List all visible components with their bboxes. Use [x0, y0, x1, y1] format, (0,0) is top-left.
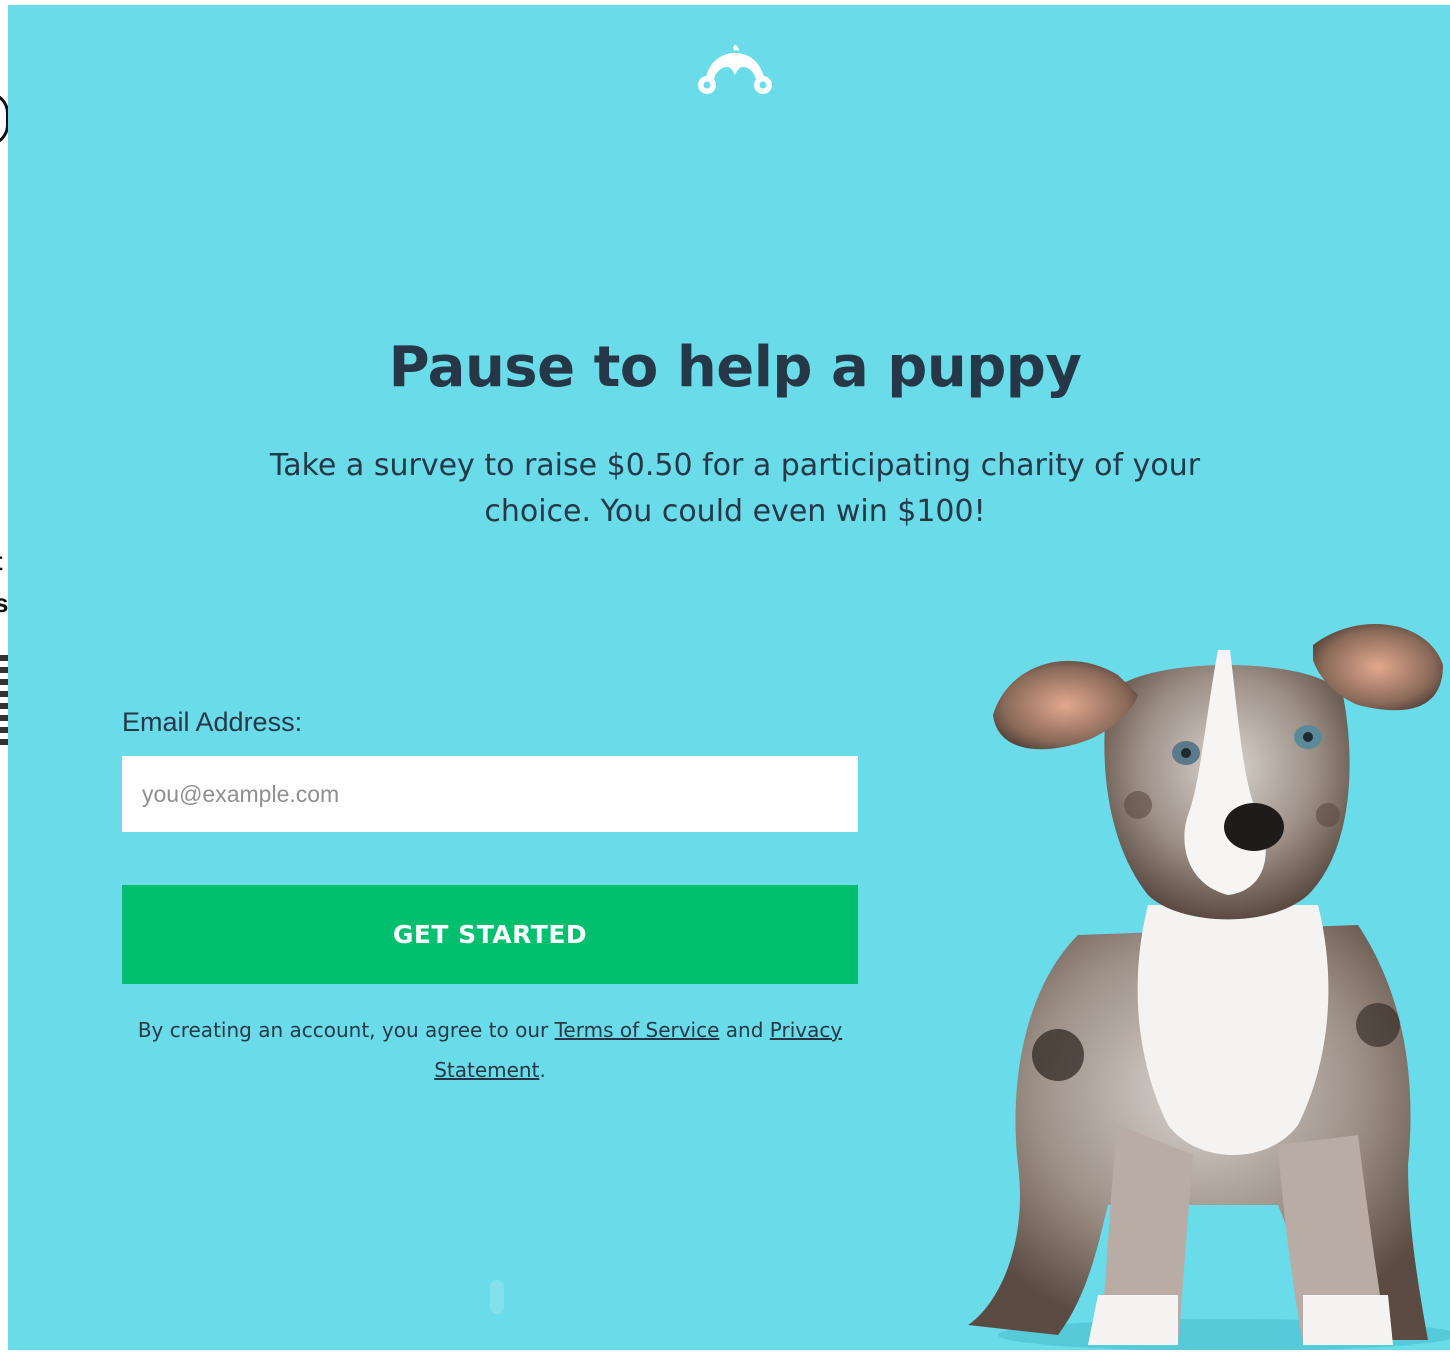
terms-of-service-link[interactable]: Terms of Service — [555, 1018, 720, 1042]
get-started-button[interactable]: GET STARTED — [122, 885, 858, 984]
landing-page: Pause to help a puppy Take a survey to r… — [8, 5, 1450, 1350]
cropped-text-fragment: s — [0, 588, 8, 618]
cropped-left-edge: t s — [0, 0, 8, 1352]
cropped-bars — [0, 655, 8, 747]
legal-prefix: By creating an account, you agree to our — [137, 1018, 555, 1042]
puppy-image — [968, 623, 1450, 1350]
legal-notice: By creating an account, you agree to our… — [122, 1010, 858, 1090]
page-title: Pause to help a puppy — [388, 335, 1082, 400]
legal-joiner: and — [719, 1018, 770, 1042]
email-label: Email Address: — [122, 707, 303, 737]
page-subtitle: Take a survey to raise $0.50 for a parti… — [269, 448, 1201, 529]
surveymonkey-logo-icon[interactable] — [693, 41, 777, 101]
mouse-cursor-shadow — [490, 1280, 504, 1314]
email-field[interactable] — [122, 756, 858, 832]
legal-suffix: . — [539, 1058, 546, 1082]
cropped-text-fragment: t — [0, 546, 3, 577]
cropped-shape — [0, 92, 8, 146]
